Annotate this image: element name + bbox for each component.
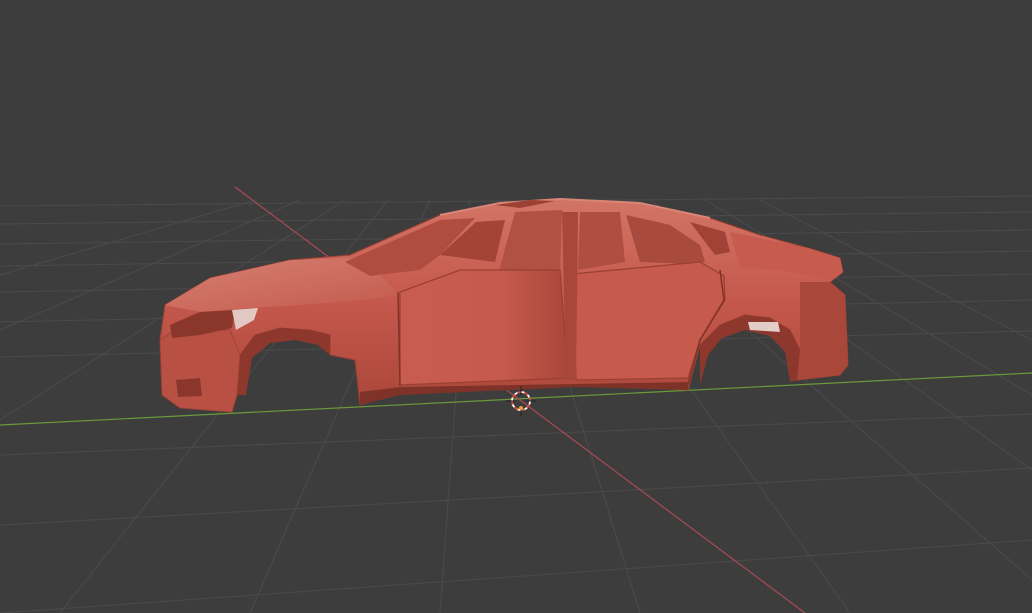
car-body-mesh[interactable] — [159, 197, 849, 413]
3d-viewport[interactable] — [0, 0, 1032, 613]
viewport-canvas[interactable] — [0, 0, 1032, 613]
